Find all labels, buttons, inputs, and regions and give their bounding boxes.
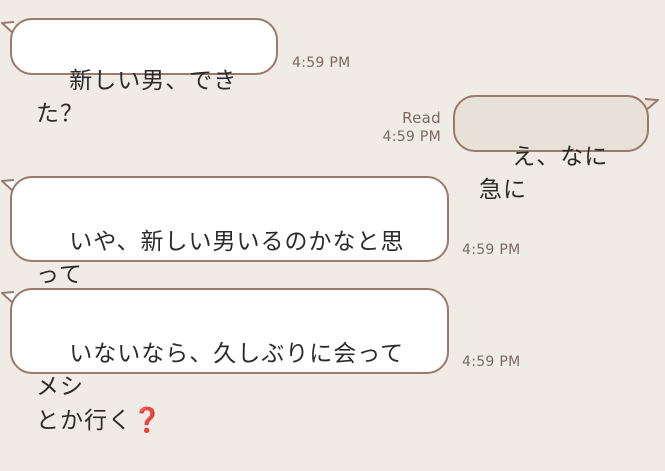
message-timestamp: 4:59 PM (382, 129, 441, 145)
message-bubble-incoming[interactable]: 新しい男、できた？ (10, 18, 278, 127)
chat-message-list: 新しい男、できた？ 4:59 PM え、なに急に Read 4:59 PM いや… (0, 0, 665, 458)
message-timestamp: 4:59 PM (292, 55, 351, 71)
message-text: いないなら、久しぶりに会ってメシ とか行く (36, 341, 405, 434)
message-meta: Read 4:59 PM (362, 109, 441, 147)
message-text: 新しい男、できた？ (36, 68, 238, 127)
message-meta: 4:59 PM (462, 241, 521, 260)
message-timestamp: 4:59 PM (462, 242, 521, 258)
message-meta: 4:59 PM (292, 54, 351, 73)
message-meta: 4:59 PM (462, 353, 521, 372)
question-mark-emoji: ❓ (132, 406, 163, 434)
read-receipt: Read (402, 109, 441, 127)
message-timestamp: 4:59 PM (462, 354, 521, 370)
message-text: え、なに急に (479, 144, 609, 203)
message-bubble-incoming[interactable]: いないなら、久しぶりに会ってメシ とか行く❓ (10, 288, 449, 434)
message-bubble-incoming[interactable]: いや、新しい男いるのかなと思って さ (10, 176, 449, 321)
message-bubble-outgoing[interactable]: え、なに急に (453, 95, 649, 203)
